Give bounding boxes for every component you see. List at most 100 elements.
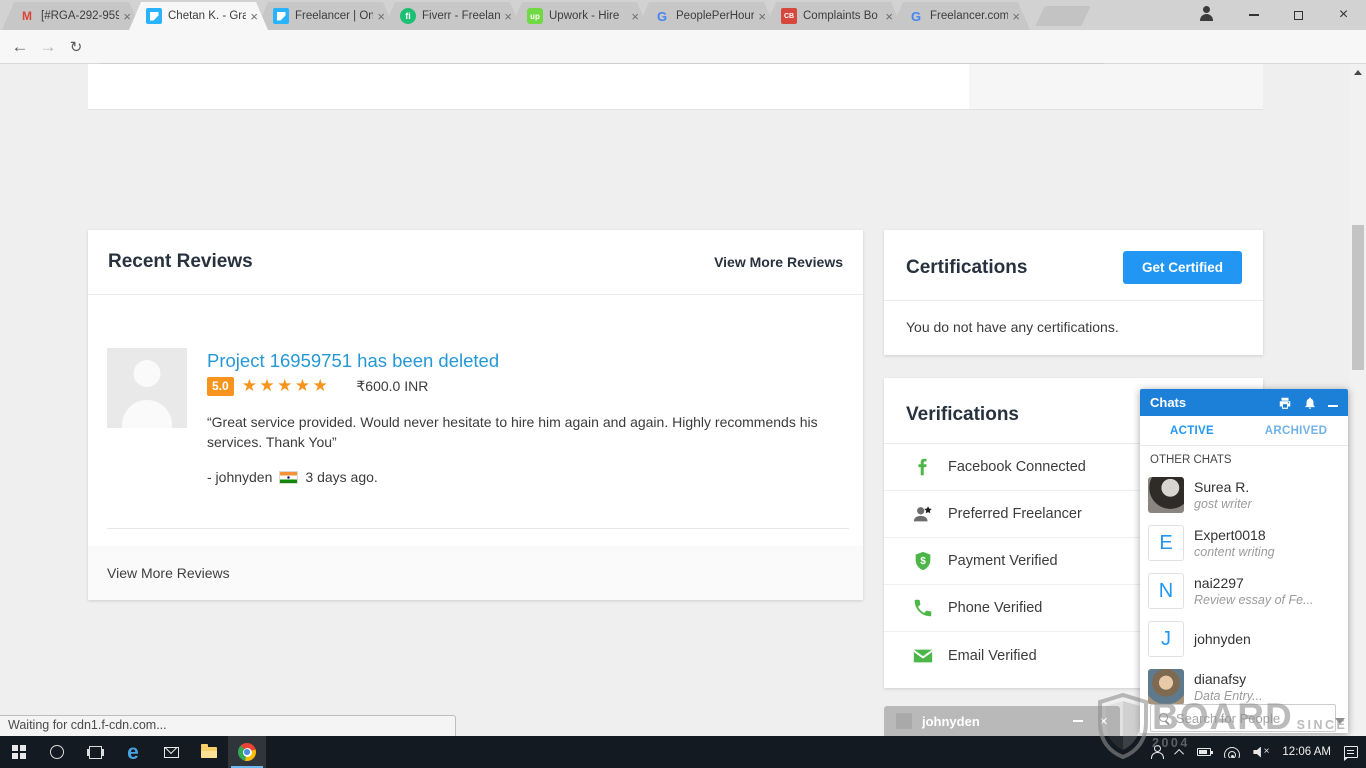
- explorer-taskbar-button[interactable]: [190, 736, 228, 768]
- minimized-chat-popup[interactable]: johnyden ×: [884, 706, 1120, 736]
- mail-taskbar-button[interactable]: [152, 736, 190, 768]
- windows-taskbar: e 12:06 AM: [0, 736, 1366, 768]
- chats-title: Chats: [1150, 395, 1186, 410]
- tab-close-icon[interactable]: ×: [504, 10, 512, 23]
- chats-tab-active[interactable]: ACTIVE: [1140, 416, 1244, 445]
- battery-icon[interactable]: [1197, 748, 1211, 756]
- previous-section-remnant: [88, 64, 969, 110]
- browser-tab[interactable]: PeoplePerHour ×: [637, 2, 776, 30]
- chat-subtitle: gost writer: [1194, 497, 1252, 511]
- browser-tab[interactable]: Chetan K. - Gra ×: [129, 2, 268, 30]
- browser-tab[interactable]: Complaints Bo ×: [764, 2, 903, 30]
- certifications-empty-text: You do not have any certifications.: [906, 319, 1119, 335]
- chats-header[interactable]: Chats: [1140, 389, 1348, 416]
- google-favicon: [654, 8, 670, 24]
- chat-list-item[interactable]: dianafsy Data Entry...: [1140, 663, 1348, 704]
- scrollbar-thumb[interactable]: [1352, 225, 1364, 370]
- edge-taskbar-button[interactable]: e: [114, 736, 152, 768]
- chats-tab-archived[interactable]: ARCHIVED: [1244, 416, 1348, 445]
- reviews-title: Recent Reviews: [108, 251, 253, 273]
- taskbar-clock[interactable]: 12:06 AM: [1282, 746, 1331, 758]
- chat-letter-avatar: N: [1148, 573, 1184, 609]
- chrome-taskbar-button[interactable]: [228, 736, 266, 768]
- print-icon[interactable]: [1278, 396, 1292, 410]
- chat-name: dianafsy: [1194, 671, 1263, 687]
- action-center-icon[interactable]: [1344, 746, 1358, 758]
- start-button[interactable]: [0, 736, 38, 768]
- tab-close-icon[interactable]: ×: [758, 10, 766, 23]
- chat-list-item[interactable]: J johnyden: [1140, 615, 1348, 663]
- reviews-footer: View More Reviews: [88, 546, 863, 600]
- tab-title: Fiverr - Freelan: [422, 10, 500, 22]
- other-chats-label: OTHER CHATS: [1140, 446, 1348, 471]
- review-project-link[interactable]: Project 16959751 has been deleted: [207, 350, 499, 372]
- certifications-divider: [884, 300, 1263, 301]
- review-byline: - johnyden 3 days ago.: [207, 469, 378, 485]
- window-close-button[interactable]: ×: [1321, 0, 1366, 30]
- chat-search-input[interactable]: Search for People: [1150, 704, 1336, 732]
- chat-popup-close-icon[interactable]: ×: [1099, 714, 1108, 729]
- tab-close-icon[interactable]: ×: [1012, 10, 1020, 23]
- chat-letter-avatar: J: [1148, 621, 1184, 657]
- chat-list-item[interactable]: Surea R. gost writer: [1140, 471, 1348, 519]
- recent-reviews-card: Recent Reviews View More Reviews Project…: [88, 230, 863, 600]
- taskbar-chevron-icon[interactable]: [1175, 748, 1185, 758]
- browser-tab[interactable]: [#RGA-292-959 ×: [2, 2, 141, 30]
- chat-name: Surea R.: [1194, 479, 1252, 495]
- email-icon: [911, 644, 935, 668]
- browser-profile-icon[interactable]: [1186, 0, 1231, 30]
- chat-list-item[interactable]: E Expert0018 content writing: [1140, 519, 1348, 567]
- upwork-favicon: [527, 8, 543, 24]
- task-view-icon: [89, 746, 102, 759]
- people-icon[interactable]: [1150, 745, 1164, 759]
- verification-label: Facebook Connected: [948, 459, 1086, 475]
- browser-tab[interactable]: Upwork - Hire ×: [510, 2, 649, 30]
- window-controls: ×: [1186, 0, 1366, 30]
- tab-close-icon[interactable]: ×: [631, 10, 639, 23]
- tab-title: Complaints Bo: [803, 10, 881, 22]
- browser-tab[interactable]: Freelancer | On ×: [256, 2, 395, 30]
- page-content: Recent Reviews View More Reviews Project…: [0, 64, 1366, 736]
- view-more-reviews-link-bottom[interactable]: View More Reviews: [107, 565, 230, 581]
- preferred-icon: [911, 502, 935, 526]
- page-scrollbar[interactable]: [1350, 64, 1366, 736]
- previous-section-remnant-side: [969, 64, 1263, 110]
- reload-icon[interactable]: ↻: [62, 30, 90, 64]
- phone-icon: [911, 596, 935, 620]
- rating-badge: 5.0: [207, 377, 234, 396]
- window-maximize-button[interactable]: [1276, 0, 1321, 30]
- chats-minimize-icon[interactable]: [1328, 405, 1338, 407]
- minimize-icon: [1249, 14, 1259, 16]
- tab-close-icon[interactable]: ×: [250, 10, 258, 23]
- chat-list-item[interactable]: N nai2297 Review essay of Fe...: [1140, 567, 1348, 615]
- freelancer-favicon: [146, 8, 162, 24]
- chat-subtitle: Data Entry...: [1194, 689, 1263, 703]
- chat-photo-avatar: [1148, 477, 1184, 513]
- freelancer-favicon: [273, 8, 289, 24]
- chat-popup-minimize-icon[interactable]: [1073, 720, 1083, 722]
- tab-close-icon[interactable]: ×: [123, 10, 131, 23]
- windows-logo-icon: [12, 745, 26, 759]
- browser-tab[interactable]: Fiverr - Freelan ×: [383, 2, 522, 30]
- view-more-reviews-link-top[interactable]: View More Reviews: [714, 254, 843, 270]
- chat-name: johnyden: [1194, 631, 1251, 647]
- tab-close-icon[interactable]: ×: [885, 10, 893, 23]
- cortana-button[interactable]: [38, 736, 76, 768]
- scrollbar-up-arrow-icon[interactable]: [1354, 70, 1362, 75]
- tab-title: Freelancer.com: [930, 10, 1008, 22]
- india-flag-icon: [280, 472, 297, 483]
- task-view-button[interactable]: [76, 736, 114, 768]
- wifi-icon[interactable]: [1224, 747, 1240, 758]
- tab-close-icon[interactable]: ×: [377, 10, 385, 23]
- fiverr-favicon: [400, 8, 416, 24]
- chats-dropdown-caret-icon[interactable]: [1335, 718, 1345, 724]
- window-minimize-button[interactable]: [1231, 0, 1276, 30]
- volume-muted-icon[interactable]: [1253, 747, 1269, 758]
- maximize-icon: [1294, 11, 1303, 20]
- get-certified-button[interactable]: Get Certified: [1123, 251, 1242, 284]
- forward-icon[interactable]: →: [34, 30, 62, 64]
- back-icon[interactable]: ←: [6, 30, 34, 64]
- browser-tab[interactable]: Freelancer.com ×: [891, 2, 1030, 30]
- new-tab-button[interactable]: [1035, 6, 1090, 26]
- bell-icon[interactable]: [1303, 396, 1317, 410]
